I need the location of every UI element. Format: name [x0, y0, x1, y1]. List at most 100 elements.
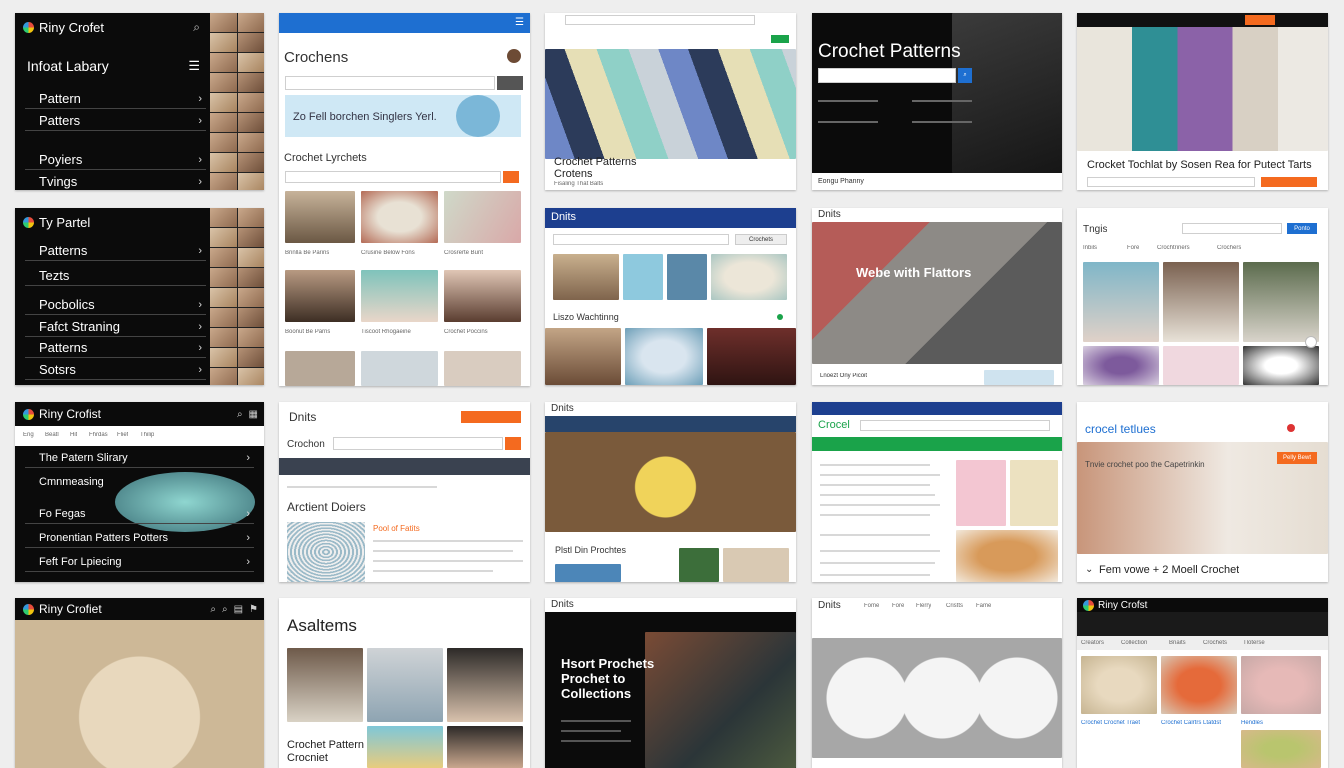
- hero-image[interactable]: [545, 432, 796, 532]
- thumb[interactable]: [555, 564, 621, 582]
- chevron-down-icon[interactable]: ⌄: [1085, 564, 1093, 575]
- card-crocel-tetlues[interactable]: crocel tetlues Tnvie crochet poo the Cap…: [1077, 402, 1328, 582]
- filter-input[interactable]: [285, 171, 501, 183]
- nav-item[interactable]: Thilip: [140, 432, 154, 438]
- search-input[interactable]: [285, 76, 495, 90]
- thumb[interactable]: [1083, 262, 1159, 342]
- thumb[interactable]: [285, 270, 355, 322]
- thumb[interactable]: [1243, 262, 1319, 342]
- thumb[interactable]: [623, 254, 663, 300]
- menu-item-patters[interactable]: Patters ›: [25, 111, 206, 131]
- menu-item-tvings[interactable]: Tvings ›: [25, 172, 206, 190]
- menu-item-tezts[interactable]: Tezts: [25, 266, 206, 286]
- thumb[interactable]: [1243, 346, 1319, 385]
- card-crocel-coasters[interactable]: Crocel: [812, 402, 1062, 582]
- thumb[interactable]: [679, 548, 719, 582]
- thumb[interactable]: [625, 328, 703, 385]
- search-button[interactable]: Ponto: [1287, 223, 1317, 234]
- thumb[interactable]: [444, 270, 521, 322]
- hero-image[interactable]: [1077, 27, 1328, 151]
- thumb[interactable]: [553, 254, 619, 300]
- signup-button[interactable]: [461, 411, 521, 423]
- nav-item[interactable]: Eng: [23, 432, 34, 438]
- thumb[interactable]: [367, 726, 443, 768]
- nav-item[interactable]: Hit: [70, 432, 77, 438]
- cta-button[interactable]: Pelly Bewt: [1277, 452, 1317, 464]
- menu-item-poyiers[interactable]: Poyiers ›: [25, 150, 206, 170]
- thumb[interactable]: [984, 370, 1054, 385]
- crochets-button[interactable]: Crochets: [735, 234, 787, 245]
- hero-image[interactable]: [812, 222, 1062, 364]
- menu-item-pronentian-patters[interactable]: Pronentian Patters Potters ›: [25, 528, 254, 548]
- nav-button[interactable]: [771, 35, 789, 43]
- nav-item[interactable]: Fame: [976, 603, 991, 609]
- thumb[interactable]: [285, 191, 355, 243]
- thumb[interactable]: [447, 726, 523, 768]
- search-input[interactable]: [333, 437, 503, 450]
- card-crochens[interactable]: ☰ Crochens Zo Fell borchen Singlers Yerl…: [279, 13, 530, 386]
- thumb[interactable]: [361, 191, 438, 243]
- menu-item-feft-for-lpiecing[interactable]: Feft For Lpiecing ›: [25, 552, 254, 572]
- card-crochet-patterns-hero[interactable]: Crochet Patterns ⌕ Eongu Phanny: [812, 13, 1062, 190]
- thumb[interactable]: [956, 530, 1058, 582]
- nav-item[interactable]: Crochtriners: [1157, 245, 1190, 251]
- thumb[interactable]: [287, 648, 363, 722]
- hamburger-icon[interactable]: ☰: [515, 17, 524, 28]
- tab[interactable]: Collection: [1121, 640, 1147, 646]
- card-riny-crofst-shop[interactable]: Riny Crofst Creators Collection Bnaits C…: [1077, 598, 1328, 768]
- hero-image[interactable]: [812, 638, 1062, 758]
- menu-item-fo-fegas[interactable]: Fo Fegas ›: [25, 504, 254, 524]
- search-icon[interactable]: ⌕: [237, 409, 243, 420]
- search-input[interactable]: [553, 234, 729, 245]
- search-input[interactable]: [1182, 223, 1282, 234]
- nav-item[interactable]: Fore: [892, 603, 904, 609]
- thumb[interactable]: [723, 548, 789, 582]
- thumb[interactable]: [444, 191, 521, 243]
- card-crocket-tochlat[interactable]: Crocket Tochlat by Sosen Rea for Putect …: [1077, 13, 1328, 190]
- thumb[interactable]: [1081, 656, 1157, 714]
- search-input[interactable]: [860, 420, 1050, 431]
- chevron-right-icon[interactable]: [1305, 336, 1317, 348]
- thumb[interactable]: [1163, 262, 1239, 342]
- card-asaltems[interactable]: Asaltems Crochet Pattern Crocniet: [279, 598, 530, 768]
- thumb[interactable]: [707, 328, 796, 385]
- thumb[interactable]: [1241, 730, 1321, 768]
- nav-item[interactable]: Fore: [1127, 245, 1139, 251]
- search-button[interactable]: [505, 437, 521, 450]
- card-tngis-sweaters[interactable]: Tngis Inbils Fore Crochtriners Crochers …: [1077, 208, 1328, 385]
- thumb[interactable]: [444, 351, 521, 386]
- search-button[interactable]: [497, 76, 523, 90]
- search-icon[interactable]: ⌕: [222, 604, 228, 615]
- menu-item-fafct-straning[interactable]: Fafct Straning ›: [25, 317, 206, 337]
- menu-item-patterns[interactable]: Patterns ›: [25, 241, 206, 261]
- menu-item-the-patern-slirary[interactable]: The Patern Slirary ›: [25, 448, 254, 468]
- menu-item-patterns-2[interactable]: Patterns ›: [25, 338, 206, 358]
- search-button[interactable]: ⌕: [958, 68, 972, 83]
- grid-icon[interactable]: ▦: [249, 409, 258, 420]
- nav-item[interactable]: Fhrdas: [89, 432, 108, 438]
- grid-icon[interactable]: ▤: [234, 604, 243, 615]
- avatar[interactable]: [507, 49, 521, 63]
- search-input[interactable]: [818, 68, 956, 83]
- thumb[interactable]: [1083, 346, 1159, 385]
- thumb[interactable]: [1161, 656, 1237, 714]
- nav-item[interactable]: Beatl: [45, 432, 59, 438]
- tab[interactable]: Tloterse: [1243, 640, 1265, 646]
- thumb[interactable]: [667, 254, 707, 300]
- menu-item-pocbolics[interactable]: Pocbolics ›: [25, 295, 206, 315]
- hero-image[interactable]: [545, 49, 796, 159]
- thumb[interactable]: [1241, 656, 1321, 714]
- nav-item[interactable]: Flerry: [916, 603, 931, 609]
- subscribe-button[interactable]: [1245, 15, 1275, 25]
- thumb[interactable]: [711, 254, 787, 300]
- card-riny-crofiet-doily[interactable]: Riny Crofiet ⌕ ⌕ ▤ ⚑: [15, 598, 264, 768]
- card-ty-partel-menu[interactable]: Ty Partel Patterns › Tezts Pocbolics › Faf…: [15, 208, 264, 385]
- thumb[interactable]: [545, 328, 621, 385]
- go-button[interactable]: [1261, 177, 1317, 187]
- thumb[interactable]: [1163, 346, 1239, 385]
- card-dnits-squares[interactable]: Dnits Webe with Flattors Lnoezt Ony Pico…: [812, 208, 1062, 385]
- card-dnits-doilies[interactable]: Dnits Crochon Arctient Doiers Pool of Fa…: [279, 402, 530, 582]
- nav-item[interactable]: Inbils: [1083, 245, 1097, 251]
- search-input[interactable]: [565, 15, 755, 25]
- card-dnits-blue[interactable]: Dnits Crochets Liszo Wachtinng: [545, 208, 796, 385]
